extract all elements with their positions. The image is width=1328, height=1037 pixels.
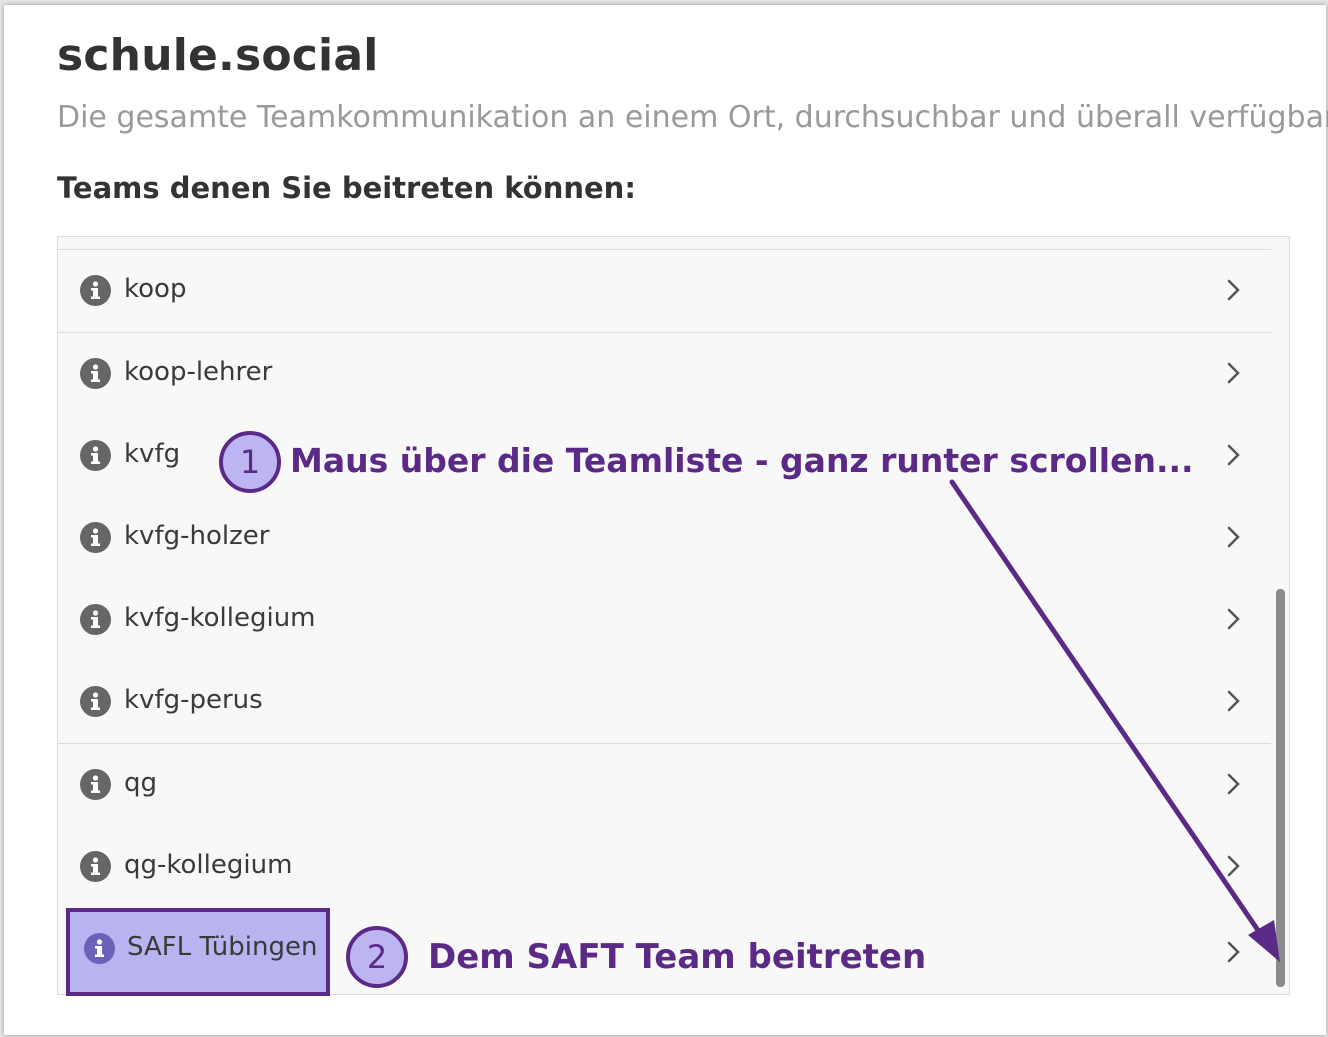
info-icon[interactable] [80, 686, 111, 717]
chevron-right-icon [1222, 854, 1244, 878]
team-row-kvfg-perus[interactable]: kvfg-perus [58, 661, 1271, 744]
info-icon[interactable] [80, 851, 111, 882]
team-row-koop[interactable]: koop [58, 250, 1271, 333]
team-row-koop-lehrer[interactable]: koop-lehrer [58, 333, 1271, 416]
team-row-qg-kollegium[interactable]: qg-kollegium [58, 826, 1271, 909]
step-2-badge: 2 [346, 926, 408, 988]
chevron-right-icon [1222, 278, 1244, 302]
team-name: kvfg [124, 439, 181, 469]
team-name: qg-kollegium [124, 850, 293, 880]
team-name: koop-lehrer [124, 357, 273, 387]
site-title: schule.social [57, 30, 379, 81]
info-icon[interactable] [80, 275, 111, 306]
step-1-badge: 1 [219, 431, 281, 493]
team-name: SAFL Tübingen [127, 932, 318, 962]
info-icon[interactable] [80, 604, 111, 635]
team-name: kvfg-perus [124, 685, 263, 715]
team-list[interactable]: koop koop-lehrer kvfg kvfg-holzer kvfg-k… [57, 236, 1290, 995]
chevron-right-icon [1222, 525, 1244, 549]
team-name: kvfg-kollegium [124, 603, 316, 633]
chevron-right-icon [1222, 772, 1244, 796]
info-icon[interactable] [80, 358, 111, 389]
info-icon[interactable] [80, 522, 111, 553]
info-icon[interactable] [80, 440, 111, 471]
info-icon[interactable] [80, 769, 111, 800]
team-row-safl-tuebingen[interactable]: SAFL Tübingen [66, 908, 330, 996]
chevron-right-icon [1222, 940, 1244, 964]
info-icon[interactable] [84, 933, 115, 964]
chevron-right-icon [1222, 443, 1244, 467]
team-row-kvfg-kollegium[interactable]: kvfg-kollegium [58, 579, 1271, 662]
team-name: kvfg-holzer [124, 521, 270, 551]
list-item-partial [58, 237, 1271, 250]
step-2-text: Dem SAFT Team beitreten [428, 937, 927, 977]
team-name: qg [124, 768, 158, 798]
team-row-qg[interactable]: qg [58, 744, 1271, 827]
chevron-right-icon [1222, 361, 1244, 385]
chevron-right-icon [1222, 607, 1244, 631]
teams-heading: Teams denen Sie beitreten können: [57, 171, 636, 205]
team-row-kvfg-holzer[interactable]: kvfg-holzer [58, 497, 1271, 580]
site-subtitle: Die gesamte Teamkommunikation an einem O… [57, 100, 1328, 135]
team-name: koop [124, 274, 187, 304]
scrollbar-thumb[interactable] [1276, 589, 1285, 987]
step-1-text: Maus über die Teamliste - ganz runter sc… [290, 441, 1194, 480]
chevron-right-icon [1222, 689, 1244, 713]
